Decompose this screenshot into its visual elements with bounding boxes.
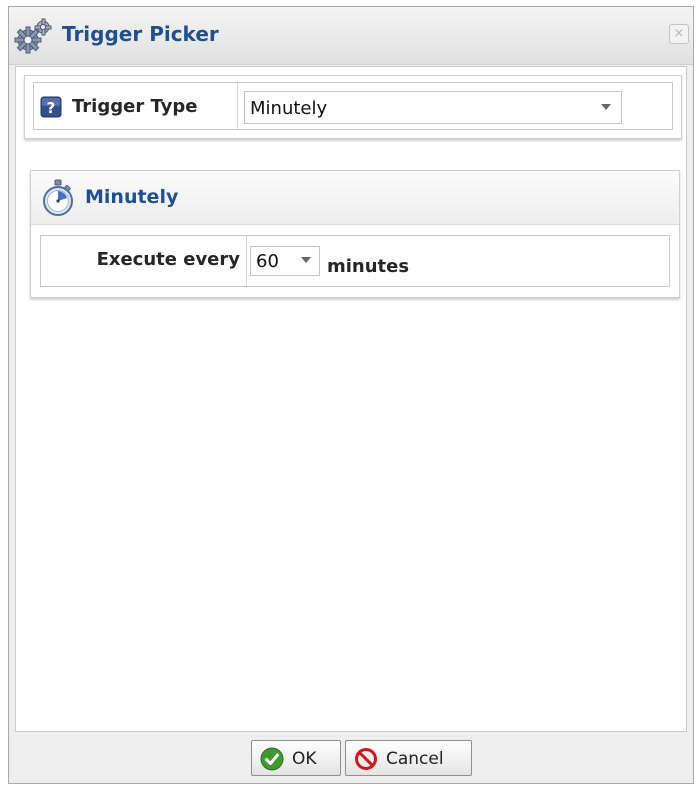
trigger-type-label: Trigger Type xyxy=(72,96,198,117)
trigger-type-label-cell: ? Trigger Type xyxy=(34,83,238,129)
trigger-picker-dialog: Trigger Picker × ? Trigger Type Minutely xyxy=(8,6,694,784)
dialog-body: ? Trigger Type Minutely Minutely Execute… xyxy=(15,66,687,732)
trigger-type-row: ? Trigger Type Minutely xyxy=(33,82,673,130)
chevron-down-icon[interactable] xyxy=(601,104,611,110)
trigger-type-select[interactable]: Minutely xyxy=(244,91,622,124)
minutely-panel: Minutely Execute every 60 minutes xyxy=(30,170,680,298)
interval-minutes-value: 60 xyxy=(256,251,279,272)
prohibited-icon xyxy=(355,748,377,770)
trigger-type-value: Minutely xyxy=(250,98,328,119)
check-circle-icon xyxy=(260,747,284,771)
dialog-footer: OK Cancel xyxy=(15,737,687,781)
close-icon: × xyxy=(673,26,685,41)
execute-every-label: Execute every xyxy=(96,249,240,270)
minutes-unit-label: minutes xyxy=(327,256,410,277)
svg-text:?: ? xyxy=(47,99,56,117)
execute-every-label-cell: Execute every xyxy=(41,236,247,286)
cancel-button[interactable]: Cancel xyxy=(345,740,472,776)
execute-every-row: Execute every 60 minutes xyxy=(40,235,670,287)
stopwatch-icon xyxy=(43,179,73,216)
dialog-title: Trigger Picker xyxy=(62,22,219,46)
ok-button-label: OK xyxy=(292,749,317,769)
minutely-panel-header: Minutely xyxy=(31,171,679,225)
trigger-type-panel: ? Trigger Type Minutely xyxy=(24,75,682,139)
cancel-button-label: Cancel xyxy=(386,749,444,769)
close-button[interactable]: × xyxy=(669,24,689,44)
gears-icon xyxy=(14,18,52,54)
minutely-panel-title: Minutely xyxy=(85,186,179,208)
dialog-titlebar[interactable]: Trigger Picker × xyxy=(9,7,693,65)
chevron-down-icon[interactable] xyxy=(301,257,311,263)
help-icon: ? xyxy=(40,96,62,118)
interval-minutes-select[interactable]: 60 xyxy=(250,246,320,276)
ok-button[interactable]: OK xyxy=(251,740,341,776)
